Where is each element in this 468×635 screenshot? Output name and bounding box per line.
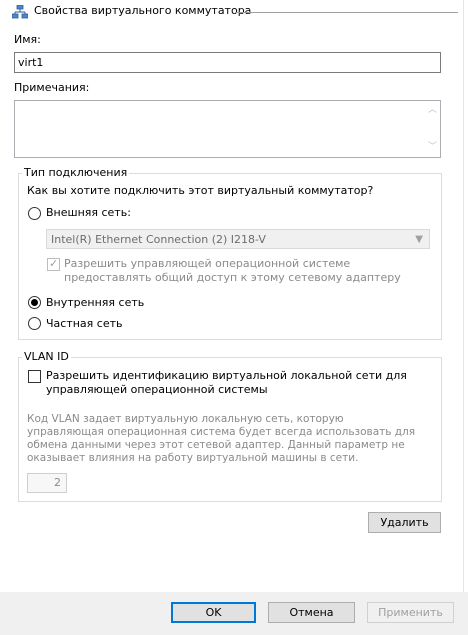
header-divider — [236, 12, 458, 13]
name-label: Имя: — [14, 33, 41, 46]
remove-button[interactable]: Удалить — [368, 512, 441, 533]
connection-question: Как вы хотите подключить этот виртуальны… — [27, 184, 374, 197]
network-adapter-value: Intel(R) Ethernet Connection (2) I218-V — [51, 233, 266, 246]
vlan-legend: VLAN ID — [22, 350, 71, 363]
chevron-down-icon: ▼ — [415, 234, 423, 245]
scroll-up-icon[interactable]: ︿ — [428, 106, 437, 115]
name-input[interactable] — [14, 52, 441, 73]
ok-button[interactable]: OK — [171, 602, 256, 623]
scroll-down-icon[interactable]: ﹀ — [428, 143, 437, 152]
network-adapter-select[interactable]: Intel(R) Ethernet Connection (2) I218-V … — [46, 229, 430, 249]
allow-management-os-checkbox[interactable]: ✓ — [47, 257, 60, 271]
vlan-description: Код VLAN задает виртуальную локальную се… — [27, 413, 416, 464]
notes-label: Примечания: — [14, 81, 90, 94]
notes-scrollbar[interactable]: ︿ ﹀ — [425, 101, 440, 157]
notes-textarea[interactable]: ︿ ﹀ — [14, 100, 441, 158]
vlan-enable-checkbox[interactable] — [28, 370, 41, 383]
panel-edge — [463, 0, 464, 592]
section-title: Свойства виртуального коммутатора — [34, 4, 252, 17]
external-network-radio[interactable] — [28, 207, 41, 220]
vlan-id-input[interactable]: 2 — [27, 473, 67, 493]
apply-button[interactable]: Применить — [367, 602, 454, 623]
internal-network-radio[interactable] — [28, 296, 41, 309]
private-network-radio[interactable] — [28, 317, 41, 330]
virtual-switch-icon — [11, 4, 29, 19]
private-network-label: Частная сеть — [46, 317, 123, 330]
connection-type-legend: Тип подключения — [22, 166, 130, 179]
checkmark-icon: ✓ — [49, 257, 59, 270]
cancel-button[interactable]: Отмена — [268, 602, 355, 623]
allow-management-os-label: Разрешить управляющей операционной систе… — [64, 257, 401, 284]
vlan-enable-label: Разрешить идентификацию виртуальной лока… — [46, 369, 407, 396]
external-network-label: Внешняя сеть: — [46, 206, 131, 219]
internal-network-label: Внутренняя сеть — [46, 296, 145, 309]
